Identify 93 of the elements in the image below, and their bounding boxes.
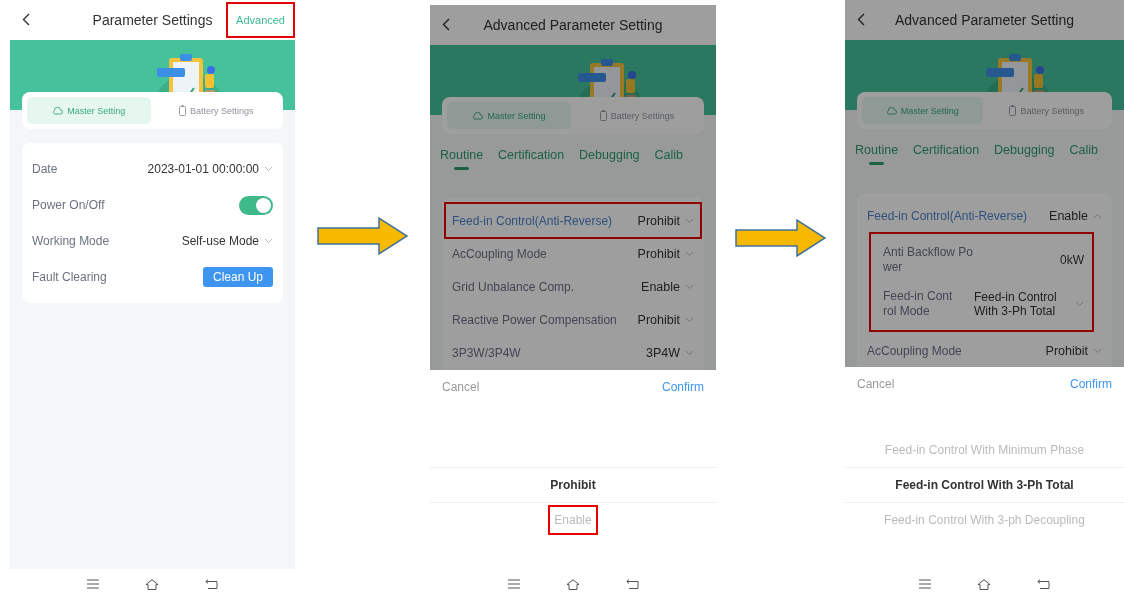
parameter-value: Enable: [1049, 208, 1088, 223]
battery-icon: [1009, 105, 1017, 116]
settings-tab[interactable]: Battery Settings: [986, 97, 1107, 124]
right-arrow-icon: [734, 218, 827, 258]
category-tab[interactable]: Calib: [1069, 143, 1099, 169]
back-icon[interactable]: [22, 13, 30, 26]
setting-label: Power On/Off: [32, 198, 105, 212]
clean-up-button[interactable]: Clean Up: [202, 267, 273, 287]
setting-value: Self-use Mode: [181, 234, 259, 248]
cloud-icon: [885, 106, 897, 115]
chevron-down-icon: [685, 283, 694, 290]
setting-value: 2023-01-01 00:00:00: [147, 162, 259, 176]
sub-parameter-row[interactable]: Feed-in Control Mode Feed-in Control With 3-Ph Total: [883, 282, 1084, 326]
advanced-link[interactable]: Advanced: [226, 2, 295, 38]
power-toggle[interactable]: [239, 195, 273, 215]
picker-option[interactable]: Feed-in Control With 3-Ph Total: [891, 472, 1078, 498]
page-title: Advanced Parameter Setting: [483, 17, 663, 33]
home-icon[interactable]: [565, 578, 580, 590]
page-title: Advanced Parameter Setting: [895, 12, 1074, 28]
chevron-down-icon: [264, 238, 273, 244]
confirm-button[interactable]: Confirm: [1070, 377, 1112, 391]
settings-tab[interactable]: Master Setting: [862, 97, 983, 124]
setting-label: Date: [32, 162, 58, 176]
home-icon[interactable]: [145, 578, 159, 590]
sub-parameter-label: Anti Backflow Power: [883, 245, 975, 275]
sub-parameter-row[interactable]: Anti Backflow Power 0kW: [883, 238, 1084, 282]
parameter-value: 3P4W: [645, 345, 680, 360]
settings-tab[interactable]: Battery Settings: [575, 102, 699, 129]
category-tab[interactable]: Certification: [913, 143, 980, 169]
category-tab[interactable]: Debugging: [994, 143, 1055, 169]
chevron-down-icon: [1075, 301, 1084, 307]
parameter-row[interactable]: AcCoupling Mode Prohibit: [861, 334, 1108, 367]
settings-tab[interactable]: Master Setting: [447, 102, 571, 129]
setting-row[interactable]: Power On/Off: [26, 187, 279, 223]
chevron-down-icon: [685, 349, 694, 356]
back-arrow-icon[interactable]: [205, 579, 218, 589]
settings-tab[interactable]: Battery Settings: [154, 97, 278, 124]
parameter-row[interactable]: 3P3W/3P4W 3P4W: [446, 336, 700, 369]
chevron-down-icon: [1093, 347, 1102, 354]
battery-icon: [178, 105, 186, 116]
parameter-row[interactable]: Grid Unbalance Comp. Enable: [446, 270, 700, 303]
cloud-icon: [472, 111, 484, 120]
back-icon[interactable]: [442, 18, 450, 31]
back-arrow-icon[interactable]: [625, 579, 639, 589]
parameter-value: Prohibit: [1045, 343, 1088, 358]
setting-row[interactable]: Date 2023-01-01 00:00:00: [26, 151, 279, 187]
parameter-row[interactable]: AcCoupling Mode Prohibit: [446, 237, 700, 270]
setting-label: Fault Clearing: [32, 270, 107, 284]
parameter-row[interactable]: Feed-in Control(Anti-Reverse) Prohibit: [446, 204, 700, 237]
cancel-button[interactable]: Cancel: [857, 377, 895, 391]
picker-option[interactable]: Feed-in Control With Minimum Phase: [880, 437, 1089, 463]
cloud-icon: [52, 106, 64, 115]
category-tab[interactable]: Calib: [654, 148, 684, 174]
right-arrow-icon: [316, 216, 409, 256]
parameter-label: Grid Unbalance Comp.: [452, 279, 575, 294]
category-tab[interactable]: Debugging: [579, 148, 640, 174]
setting-row[interactable]: Working Mode Self-use Mode: [26, 223, 279, 259]
parameter-value: Prohibit: [637, 246, 680, 261]
back-arrow-icon[interactable]: [1037, 579, 1050, 589]
parameter-label: 3P3W/3P4W: [452, 345, 521, 360]
sub-parameter-value: 0kW: [1060, 252, 1084, 268]
picker-option[interactable]: Feed-in Control With 3-ph Decoupling: [880, 507, 1089, 533]
parameter-label: Reactive Power Compensation: [452, 312, 617, 327]
chevron-down-icon: [685, 250, 694, 257]
parameter-value: Enable: [641, 279, 680, 294]
battery-icon: [599, 110, 607, 121]
category-tab[interactable]: Routine: [440, 148, 484, 174]
parameter-value: Prohibit: [637, 213, 680, 228]
back-icon[interactable]: [857, 13, 865, 26]
picker-option[interactable]: Prohibit: [546, 472, 600, 498]
setting-label: Working Mode: [32, 234, 110, 248]
cancel-button[interactable]: Cancel: [442, 380, 480, 394]
parameter-row[interactable]: Feed-in Control(Anti-Reverse) Enable: [861, 199, 1108, 232]
settings-tab[interactable]: Master Setting: [27, 97, 151, 124]
category-tab[interactable]: Routine: [855, 143, 899, 169]
chevron-up-icon: [1093, 212, 1102, 219]
parameter-value: Prohibit: [637, 312, 680, 327]
chevron-down-icon: [685, 217, 694, 224]
sub-parameter-value: Feed-in Control With 3-Ph Total: [974, 289, 1058, 319]
chevron-down-icon: [264, 166, 273, 172]
category-tab[interactable]: Certification: [498, 148, 565, 174]
picker-option[interactable]: Enable: [550, 507, 596, 533]
page-title: Parameter Settings: [92, 12, 213, 28]
chevron-down-icon: [685, 316, 694, 323]
sub-parameter-label: Feed-in Control Mode: [883, 289, 954, 319]
setting-row[interactable]: Fault Clearing Clean Up: [26, 259, 279, 295]
parameter-label: AcCoupling Mode: [452, 246, 547, 261]
parameter-label: Feed-in Control(Anti-Reverse): [452, 213, 613, 228]
parameter-label: Feed-in Control(Anti-Reverse): [867, 208, 1028, 223]
home-icon[interactable]: [977, 578, 991, 590]
parameter-label: AcCoupling Mode: [867, 343, 962, 358]
confirm-button[interactable]: Confirm: [662, 380, 704, 394]
parameter-row[interactable]: Reactive Power Compensation Prohibit: [446, 303, 700, 336]
